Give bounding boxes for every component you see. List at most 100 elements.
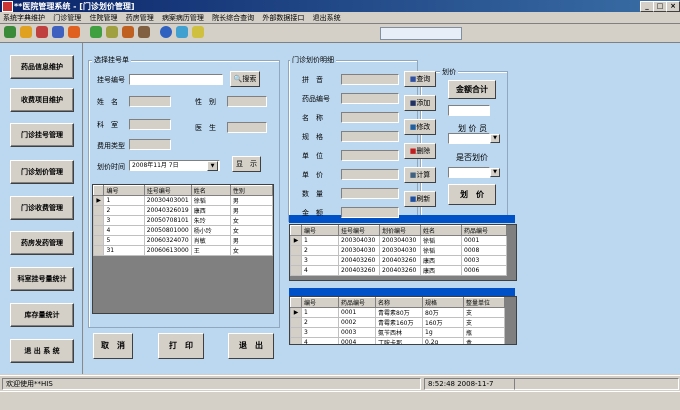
detail-button-label: 计算 (416, 171, 431, 179)
detail-field-input[interactable] (341, 93, 399, 104)
detail-field-input[interactable] (341, 169, 399, 180)
detail-button-4[interactable]: ■计算 (404, 167, 436, 183)
priced-label: 是否划价 (456, 153, 488, 162)
tool-7-icon[interactable] (106, 26, 118, 38)
nav-charge[interactable]: 门诊收费管理 (10, 196, 74, 220)
table-cell: 瓶 (463, 327, 505, 338)
table-row[interactable]: 3 0003 氨苄西林 1g 瓶 (290, 327, 505, 338)
table-cell: 丁胺卡那 (375, 337, 423, 344)
detail-button-1[interactable]: ■添加 (404, 95, 436, 111)
gender-label: 性 别 (195, 98, 216, 106)
row-indicator: ▶ (93, 195, 105, 206)
table-row[interactable]: ▶ 1 20030403001 徐韬男 (93, 195, 273, 206)
table-row[interactable]: 2 0002 青霉素160万 160万支 (290, 317, 505, 328)
price-button[interactable]: 划 价 (448, 184, 496, 205)
table-row[interactable]: 5 20060324070 肖敏男 (93, 235, 273, 246)
detail-field-input[interactable] (341, 150, 399, 161)
table-row[interactable]: 3 20050708101 朱玲女 (93, 215, 273, 226)
maximize-button[interactable]: □ (653, 1, 667, 12)
table-cell: 0006 (461, 265, 507, 276)
table-cell: 盒 (463, 337, 505, 344)
detail-button-label: 刷新 (416, 195, 431, 203)
table-row[interactable]: 4 0004 丁胺卡那 0.2g 盒 (290, 337, 505, 344)
tool-9-icon[interactable] (138, 26, 150, 38)
nav-stock-stats[interactable]: 库存量统计 (10, 303, 74, 327)
minimize-button[interactable]: _ (640, 1, 654, 12)
table-cell: 20060613000 (143, 245, 192, 256)
registration-table: 编号 挂号编号 姓名 性别 ▶ 1 20030403001 徐韬男 2 200403260… (93, 185, 273, 256)
registration-grid[interactable]: 编号 挂号编号 姓名 性别 ▶ 1 20030403001 徐韬男 2 200403260… (92, 184, 274, 314)
nav-drug-info[interactable]: 药品信息维护 (10, 55, 74, 79)
detail-field-input[interactable] (341, 131, 399, 142)
table-cell: 支 (463, 317, 505, 328)
status-extra (514, 378, 679, 390)
reg-number-input[interactable] (129, 74, 223, 85)
tool-6-icon[interactable] (90, 26, 102, 38)
tool-1-icon[interactable] (4, 26, 16, 38)
show-button[interactable]: 显 示 (232, 156, 261, 172)
table-row[interactable]: ▶ 1 200304030 200304030 徐韬 0001 (290, 235, 507, 246)
close-button[interactable]: × (666, 1, 680, 12)
menu-outpatient[interactable]: 门诊管理 (50, 12, 84, 24)
table-cell: 0.2g (422, 337, 464, 344)
table-row[interactable]: 4 20050801000 杨小玲女 (93, 225, 273, 236)
detail-grid[interactable]: 编号 挂号编号 划价编号 姓名 药品编号 ▶ 1 200304030 20030403… (289, 224, 517, 281)
chevron-down-icon[interactable]: ▼ (207, 161, 218, 171)
table-row[interactable]: ▶ 1 0001 青霉素80万 80万支 (290, 307, 505, 318)
table-cell: 王 (190, 245, 231, 256)
exit-button[interactable]: 退 出 (228, 333, 274, 359)
detail-field-input[interactable] (341, 74, 399, 85)
menu-exit[interactable]: 退出系统 (310, 12, 344, 24)
chevron-down-icon[interactable]: ▼ (490, 134, 500, 143)
total-amount-field[interactable] (448, 105, 490, 116)
tool-8-icon[interactable] (122, 26, 134, 38)
tool-11-icon[interactable] (176, 26, 188, 38)
detail-field-input[interactable] (341, 207, 399, 218)
tool-3-icon[interactable] (36, 26, 48, 38)
chevron-down-icon[interactable]: ▼ (490, 168, 500, 177)
row-indicator (93, 205, 105, 216)
table-row[interactable]: 4 200403260 200403260 康西 0006 (290, 265, 507, 276)
col-unit: 整量单位 (463, 297, 505, 308)
cancel-button[interactable]: 取 消 (93, 333, 133, 359)
tool-4-icon[interactable] (52, 26, 64, 38)
detail-button-2[interactable]: ■修改 (404, 119, 436, 135)
table-row[interactable]: 31 20060613000 王女 (93, 245, 273, 256)
detail-field-input[interactable] (341, 112, 399, 123)
print-button[interactable]: 打 印 (158, 333, 204, 359)
drug-grid[interactable]: 编号 药品编号 名称 规格 整量单位 ▶ 1 0001 青霉素80万 80万支 2 0002… (289, 296, 517, 345)
detail-field-input[interactable] (341, 188, 399, 199)
tool-12-icon[interactable] (192, 26, 204, 38)
menu-dict[interactable]: 系统字典维护 (0, 12, 48, 24)
table-row[interactable]: 2 20040326019 康西男 (93, 205, 273, 216)
menu-query[interactable]: 院长综合查询 (209, 12, 257, 24)
nav-dispense[interactable]: 药房发药管理 (10, 231, 74, 255)
nav-exit[interactable]: 退 出 系 统 (10, 339, 74, 363)
row-indicator (290, 245, 302, 256)
drug-table: 编号 药品编号 名称 规格 整量单位 ▶ 1 0001 青霉素80万 80万支 2 0002… (290, 297, 505, 344)
row-indicator: ▶ (290, 307, 302, 318)
nav-pricing[interactable]: 门诊划价管理 (10, 160, 74, 184)
nav-fee-items[interactable]: 收费项目维护 (10, 88, 74, 112)
menu-records[interactable]: 病案病历管理 (159, 12, 207, 24)
menu-interface[interactable]: 外部数据接口 (259, 12, 307, 24)
tool-2-icon[interactable] (20, 26, 32, 38)
table-row[interactable]: 2 200304030 200304030 徐韬 0008 (290, 245, 507, 256)
nav-registration[interactable]: 门诊挂号管理 (10, 123, 74, 147)
detail-button-5[interactable]: ■刷新 (404, 191, 436, 207)
table-row[interactable]: 3 200403260 200403260 康西 0003 (290, 255, 507, 266)
detail-button-0[interactable]: ■查询 (404, 71, 436, 87)
menu-pharmacy[interactable]: 药房管理 (123, 12, 157, 24)
total-button[interactable]: 金额合计 (448, 80, 496, 99)
cashier-select[interactable] (448, 133, 490, 144)
globe-icon[interactable] (160, 26, 172, 38)
nav-dept-stats[interactable]: 科室挂号量统计 (10, 267, 74, 291)
search-button[interactable]: 🔍搜索 (230, 71, 260, 87)
menu-inpatient[interactable]: 住院管理 (86, 12, 120, 24)
priced-select[interactable] (448, 167, 490, 178)
ime-bar[interactable] (380, 27, 462, 40)
detail-button-3[interactable]: ■删除 (404, 143, 436, 159)
tool-5-icon[interactable] (68, 26, 80, 38)
dept-label: 科 室 (97, 121, 118, 129)
table-cell: 4 (103, 225, 145, 236)
